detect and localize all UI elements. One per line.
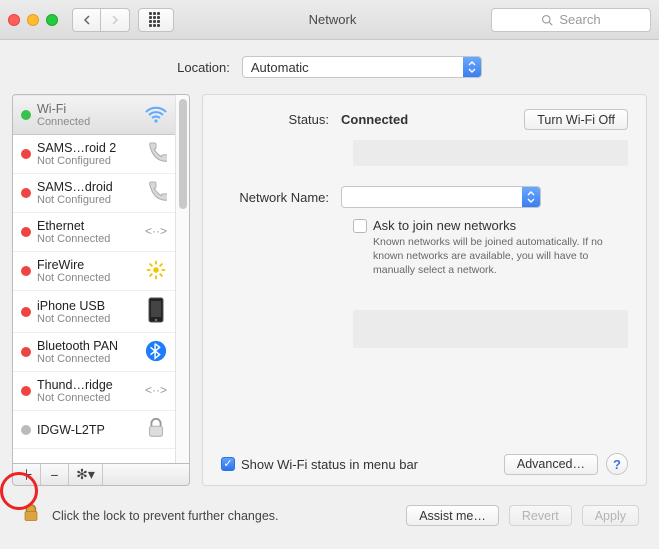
search-icon	[541, 14, 553, 26]
svg-text:<··>: <··>	[145, 383, 167, 397]
location-popup[interactable]: Automatic	[242, 56, 482, 78]
service-status: Not Connected	[37, 353, 137, 365]
network-name-label: Network Name:	[221, 190, 341, 205]
service-name: Wi-Fi	[37, 102, 137, 116]
service-status: Connected	[37, 116, 137, 128]
service-row-wi-fi[interactable]: Wi-FiConnected	[13, 95, 175, 135]
status-dot	[21, 149, 31, 159]
location-value: Automatic	[251, 60, 309, 75]
service-row-idgw-l2tp[interactable]: IDGW-L2TP	[13, 411, 175, 449]
bt-icon	[143, 340, 169, 365]
status-detail-area	[353, 140, 628, 166]
service-status: Not Connected	[37, 233, 137, 245]
status-dot	[21, 386, 31, 396]
service-row-firewire[interactable]: FireWireNot Connected	[13, 252, 175, 291]
service-actions-button[interactable]: ✻▾	[69, 464, 103, 485]
turn-wifi-off-button[interactable]: Turn Wi-Fi Off	[524, 109, 628, 130]
location-row: Location: Automatic	[0, 40, 659, 94]
nav-back-forward	[72, 8, 130, 32]
service-name: SAMS…roid 2	[37, 141, 137, 155]
window-title: Network	[182, 12, 483, 27]
forward-button[interactable]	[101, 9, 129, 31]
phone-icon	[143, 181, 169, 206]
sidebar-scrollbar[interactable]	[175, 95, 189, 463]
eth-icon: <··>	[143, 381, 169, 402]
status-dot	[21, 188, 31, 198]
revert-button[interactable]: Revert	[509, 505, 572, 526]
remove-service-button[interactable]: −	[41, 464, 69, 485]
search-placeholder: Search	[559, 12, 600, 27]
service-row-ethernet[interactable]: EthernetNot Connected <··>	[13, 213, 175, 252]
ask-to-join-label: Ask to join new networks	[373, 218, 516, 233]
wifi-icon	[143, 104, 169, 127]
ask-to-join-hint: Known networks will be joined automatica…	[373, 235, 628, 278]
svg-text:<··>: <··>	[145, 224, 167, 238]
service-status: Not Configured	[37, 194, 137, 206]
service-row-sams-roid-2[interactable]: SAMS…roid 2Not Configured	[13, 135, 175, 174]
service-status: Not Connected	[37, 392, 137, 404]
iphone-icon	[143, 297, 169, 326]
service-status: Not Configured	[37, 155, 137, 167]
minimize-window-button[interactable]	[27, 14, 39, 26]
lock-text: Click the lock to prevent further change…	[52, 509, 279, 523]
service-sidebar: Wi-FiConnectedSAMS…roid 2Not ConfiguredS…	[12, 94, 190, 486]
service-name: Ethernet	[37, 219, 137, 233]
location-label: Location:	[177, 60, 230, 75]
service-row-thund-ridge[interactable]: Thund…ridgeNot Connected <··>	[13, 372, 175, 411]
gear-icon: ✻▾	[76, 466, 95, 483]
window-controls	[8, 14, 58, 26]
service-name: Thund…ridge	[37, 378, 137, 392]
show-all-button[interactable]	[138, 8, 174, 32]
status-dot	[21, 425, 31, 435]
back-button[interactable]	[73, 9, 101, 31]
service-name: SAMS…droid	[37, 180, 137, 194]
service-status: Not Connected	[37, 272, 137, 284]
lock-icon[interactable]	[20, 504, 42, 527]
eth-icon: <··>	[143, 222, 169, 243]
sidebar-footer: ＋ − ✻▾	[12, 464, 190, 486]
bottom-bar: Click the lock to prevent further change…	[0, 494, 659, 535]
status-label: Status:	[221, 112, 341, 127]
ask-to-join-row: Ask to join new networks	[353, 218, 628, 233]
detail-panel: Status: Connected Turn Wi-Fi Off Network…	[202, 94, 647, 486]
service-name: FireWire	[37, 258, 137, 272]
zoom-window-button[interactable]	[46, 14, 58, 26]
status-dot	[21, 347, 31, 357]
phone-icon	[143, 142, 169, 167]
status-dot	[21, 227, 31, 237]
service-row-sams-droid[interactable]: SAMS…droidNot Configured	[13, 174, 175, 213]
service-name: Bluetooth PAN	[37, 339, 137, 353]
lock-icon	[143, 417, 169, 442]
search-field[interactable]: Search	[491, 8, 651, 32]
service-row-bluetooth-pan[interactable]: Bluetooth PANNot Connected	[13, 333, 175, 372]
help-button[interactable]: ?	[606, 453, 628, 475]
service-name: iPhone USB	[37, 299, 137, 313]
ask-to-join-checkbox[interactable]	[353, 219, 367, 233]
show-status-label: Show Wi-Fi status in menu bar	[241, 457, 418, 472]
status-value: Connected	[341, 112, 408, 127]
service-status: Not Connected	[37, 313, 137, 325]
titlebar: Network Search	[0, 0, 659, 40]
assist-me-button[interactable]: Assist me…	[406, 505, 499, 526]
blank-area	[353, 310, 628, 348]
status-dot	[21, 307, 31, 317]
show-status-checkbox[interactable]	[221, 457, 235, 471]
status-dot	[21, 110, 31, 120]
service-name: IDGW-L2TP	[37, 423, 137, 437]
apply-button[interactable]: Apply	[582, 505, 639, 526]
network-name-popup[interactable]	[341, 186, 541, 208]
service-row-iphone-usb[interactable]: iPhone USBNot Connected	[13, 291, 175, 333]
fw-icon	[143, 259, 169, 284]
close-window-button[interactable]	[8, 14, 20, 26]
advanced-button[interactable]: Advanced…	[504, 454, 598, 475]
status-dot	[21, 266, 31, 276]
add-service-button[interactable]: ＋	[13, 464, 41, 485]
